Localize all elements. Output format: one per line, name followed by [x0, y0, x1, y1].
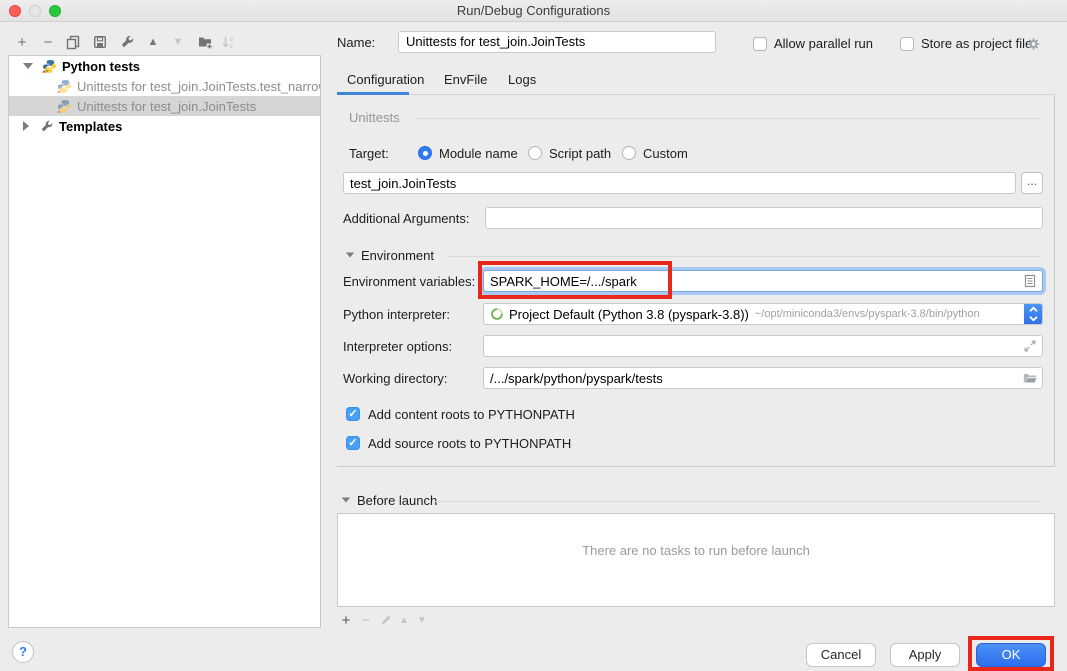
additional-arguments-label: Additional Arguments: — [343, 211, 469, 227]
add-content-roots-checkbox[interactable]: ✓ — [346, 407, 360, 421]
working-directory-label: Working directory: — [343, 371, 448, 387]
configurations-tree: Python tests Unittests for test_join.Joi… — [8, 55, 321, 628]
python-interpreter-path: ~/opt/miniconda3/envs/pyspark-3.8/bin/py… — [755, 308, 980, 320]
new-folder-icon[interactable] — [197, 34, 213, 50]
ok-button[interactable]: OK — [976, 643, 1046, 667]
sort-alphabetically-icon: az — [221, 34, 237, 50]
env-vars-browse-icon[interactable] — [1022, 273, 1038, 289]
working-directory-input[interactable]: /.../spark/python/pyspark/tests — [483, 367, 1043, 389]
target-module-name-radio[interactable] — [418, 146, 432, 160]
svg-text:z: z — [230, 43, 233, 50]
tree-item-unittests-narrow[interactable]: Unittests for test_join.JoinTests.test_n… — [9, 76, 320, 96]
copy-configuration-icon[interactable] — [65, 34, 81, 50]
move-task-down-icon: ▼ — [414, 612, 430, 628]
tab-envfile[interactable]: EnvFile — [444, 71, 487, 89]
store-options-gear-icon[interactable] — [1026, 36, 1042, 52]
target-script-path-label[interactable]: Script path — [549, 146, 611, 162]
combo-stepper-icon[interactable] — [1024, 303, 1043, 325]
collapse-icon[interactable] — [23, 63, 33, 69]
name-label: Name: — [337, 35, 375, 51]
tab-configuration[interactable]: Configuration — [347, 71, 424, 89]
remove-task-icon: − — [358, 612, 374, 628]
name-input[interactable]: Unittests for test_join.JoinTests — [398, 31, 716, 53]
no-tasks-message: There are no tasks to run before launch — [582, 543, 810, 558]
group-separator — [448, 256, 1040, 257]
environment-group-title[interactable]: Environment — [361, 248, 434, 264]
cancel-button[interactable]: Cancel — [806, 643, 876, 667]
add-content-roots-label[interactable]: Add content roots to PYTHONPATH — [368, 407, 575, 423]
browse-module-button[interactable]: ... — [1021, 172, 1043, 194]
store-as-project-file-label[interactable]: Store as project file — [921, 36, 1032, 52]
python-interpreter-value: Project Default (Python 3.8 (pyspark-3.8… — [509, 307, 749, 322]
expand-icon[interactable] — [23, 121, 29, 131]
move-task-up-icon: ▲ — [396, 612, 412, 628]
tree-item-label: Templates — [59, 119, 122, 134]
active-tab-indicator — [337, 92, 409, 95]
before-launch-title[interactable]: Before launch — [357, 493, 437, 509]
expand-field-icon[interactable] — [1022, 338, 1038, 354]
python-interpreter-label: Python interpreter: — [343, 307, 450, 323]
target-custom-label[interactable]: Custom — [643, 146, 688, 162]
environment-collapse-icon[interactable] — [346, 252, 355, 257]
python-tests-icon — [42, 59, 57, 74]
tree-item-label: Unittests for test_join.JoinTests — [77, 99, 256, 114]
folder-icon[interactable] — [1022, 370, 1038, 386]
python-test-config-icon — [57, 79, 72, 94]
title-bar: Run/Debug Configurations — [0, 0, 1067, 22]
group-separator — [434, 501, 1040, 502]
add-task-icon[interactable]: + — [338, 612, 354, 628]
tree-item-templates[interactable]: Templates — [9, 116, 320, 136]
tree-item-label: Python tests — [62, 59, 140, 74]
save-configuration-icon[interactable] — [92, 34, 108, 50]
add-configuration-icon[interactable]: + — [14, 34, 30, 50]
working-directory-value: /.../spark/python/pyspark/tests — [490, 371, 663, 386]
before-launch-collapse-icon[interactable] — [342, 497, 351, 502]
additional-arguments-input[interactable] — [485, 207, 1043, 229]
move-down-icon: ▼ — [170, 34, 186, 50]
target-module-name-label[interactable]: Module name — [439, 146, 518, 162]
unittests-group-title: Unittests — [349, 110, 400, 126]
target-script-path-radio[interactable] — [528, 146, 542, 160]
python-test-config-icon — [57, 99, 72, 114]
interpreter-options-input[interactable] — [483, 335, 1043, 357]
edit-task-icon — [378, 612, 394, 628]
tab-logs[interactable]: Logs — [508, 71, 536, 89]
environment-variables-label: Environment variables: — [343, 274, 475, 290]
target-label: Target: — [349, 146, 389, 162]
wrench-icon — [39, 119, 54, 134]
move-up-icon[interactable]: ▲ — [145, 34, 161, 50]
allow-parallel-run-label[interactable]: Allow parallel run — [774, 36, 873, 52]
window-title: Run/Debug Configurations — [0, 3, 1067, 18]
allow-parallel-run-checkbox[interactable] — [753, 37, 767, 51]
svg-text:a: a — [230, 36, 234, 43]
store-as-project-file-checkbox[interactable] — [900, 37, 914, 51]
tree-item-unittests-jointests-selected[interactable]: Unittests for test_join.JoinTests — [9, 96, 320, 116]
target-custom-radio[interactable] — [622, 146, 636, 160]
target-module-value: test_join.JoinTests — [350, 176, 456, 191]
apply-button[interactable]: Apply — [890, 643, 960, 667]
add-source-roots-label[interactable]: Add source roots to PYTHONPATH — [368, 436, 571, 452]
edit-templates-icon[interactable] — [119, 34, 135, 50]
tree-item-python-tests[interactable]: Python tests — [9, 56, 320, 76]
environment-variables-input[interactable]: SPARK_HOME=/.../spark — [483, 270, 1043, 292]
conda-env-icon — [490, 307, 504, 321]
remove-configuration-icon[interactable]: − — [40, 34, 56, 50]
add-source-roots-checkbox[interactable]: ✓ — [346, 436, 360, 450]
python-interpreter-select[interactable]: Project Default (Python 3.8 (pyspark-3.8… — [483, 303, 1043, 325]
target-module-input[interactable]: test_join.JoinTests — [343, 172, 1016, 194]
interpreter-options-label: Interpreter options: — [343, 339, 452, 355]
environment-variables-value: SPARK_HOME=/.../spark — [490, 274, 637, 289]
group-separator — [415, 118, 1040, 119]
before-launch-task-list: There are no tasks to run before launch — [337, 513, 1055, 607]
help-button[interactable]: ? — [12, 641, 34, 663]
tree-item-label: Unittests for test_join.JoinTests.test_n… — [77, 79, 320, 94]
